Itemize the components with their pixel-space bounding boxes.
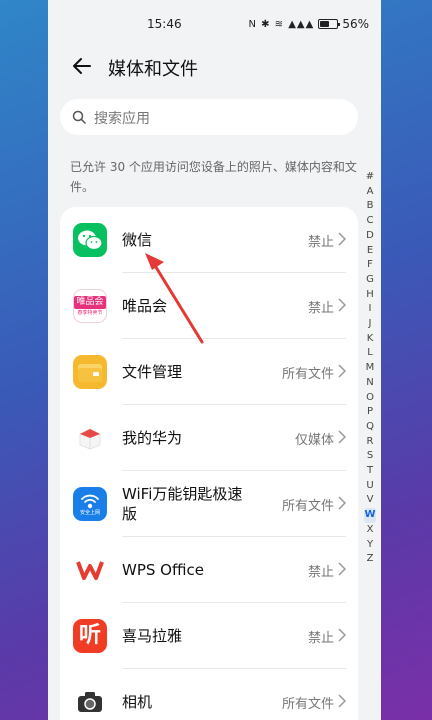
app-name: 唯品会 [122, 297, 168, 315]
alphabet-index-letter[interactable]: C [364, 214, 376, 229]
page-title: 媒体和文件 [108, 59, 198, 80]
alphabet-index-letter[interactable]: Y [364, 538, 376, 553]
app-permission: 所有文件 [281, 697, 334, 712]
alphabet-index-letter[interactable]: O [364, 391, 376, 406]
app-row-wechat[interactable]: 微信 禁止 [60, 207, 358, 273]
vipshop-icon: 唯品会 春季特卖节 [73, 289, 107, 323]
alphabet-index-letter[interactable]: E [364, 244, 376, 259]
app-list: 微信 禁止 唯品会 春季特卖节 唯品会 禁止 文件管理 所有文件 我的华为 仅媒… [60, 207, 358, 720]
app-permission: 禁止 [307, 301, 334, 316]
camera-icon [73, 685, 107, 719]
alphabet-index-letter[interactable]: K [364, 332, 376, 347]
app-row-file-manager[interactable]: 文件管理 所有文件 [60, 339, 358, 405]
alphabet-index-letter[interactable]: B [364, 199, 376, 214]
alphabet-index-letter[interactable]: U [364, 479, 376, 494]
phone-screen: 15:46 N ✱ ≋ ▲▲▲ 56% 媒体和文件 搜索应用 已允许 30 个应… [48, 0, 381, 720]
app-permission: 禁止 [307, 631, 334, 646]
alphabet-index-letter[interactable]: Z [364, 552, 376, 567]
alphabet-index[interactable]: # A B C D E F G H I J K L M N O P Q R S T U V W X Y Z [364, 170, 376, 567]
app-name: 我的华为 [122, 429, 183, 447]
alphabet-index-letter[interactable]: R [364, 435, 376, 450]
app-row-camera[interactable]: 相机 所有文件 [60, 669, 358, 720]
battery-icon [318, 19, 341, 29]
app-row-wifi-key[interactable]: 安全上网 WiFi万能钥匙极速 版 所有文件 [60, 471, 358, 537]
alphabet-index-letter[interactable]: I [364, 302, 376, 317]
alphabet-index-letter[interactable]: # [364, 170, 376, 185]
chevron-right-icon [338, 298, 346, 312]
alphabet-index-letter[interactable]: T [364, 464, 376, 479]
alphabet-index-letter[interactable]: G [364, 273, 376, 288]
ximalaya-icon: 听 [73, 619, 107, 653]
wifi-key-icon: 安全上网 [73, 487, 107, 521]
alphabet-index-letter[interactable]: H [364, 288, 376, 303]
header: 媒体和文件 [48, 46, 381, 90]
app-row-wps[interactable]: WPS Office 禁止 [60, 537, 358, 603]
chevron-right-icon [338, 562, 346, 576]
search-icon [72, 110, 86, 124]
app-permission: 所有文件 [281, 367, 334, 382]
app-name: WPS Office [122, 561, 204, 579]
alphabet-index-letter[interactable]: F [364, 258, 376, 273]
app-name: 相机 [122, 693, 153, 711]
app-permission: 仅媒体 [294, 433, 334, 448]
alphabet-index-letter[interactable]: P [364, 405, 376, 420]
alphabet-index-letter[interactable]: W [364, 508, 376, 523]
permission-description: 已允许 30 个应用访问您设备上的照片、媒体内容和文件。 [70, 160, 357, 194]
chevron-right-icon [338, 232, 346, 246]
app-row-ximalaya[interactable]: 听 喜马拉雅 禁止 [60, 603, 358, 669]
wechat-icon [73, 223, 107, 257]
app-name: WiFi万能钥匙极速 版 [122, 485, 243, 523]
app-permission: 禁止 [307, 565, 334, 580]
alphabet-index-letter[interactable]: D [364, 229, 376, 244]
my-huawei-icon [73, 421, 107, 455]
alphabet-index-letter[interactable]: X [364, 523, 376, 538]
wps-icon [73, 553, 107, 587]
app-name: 微信 [122, 231, 153, 249]
app-permission: 禁止 [307, 235, 334, 250]
file-manager-icon [73, 355, 107, 389]
alphabet-index-letter[interactable]: Q [364, 420, 376, 435]
chevron-right-icon [338, 364, 346, 378]
status-bar: 15:46 N ✱ ≋ ▲▲▲ 56% [48, 0, 381, 46]
alphabet-index-letter[interactable]: V [364, 493, 376, 508]
alphabet-index-letter[interactable]: M [364, 361, 376, 376]
search-placeholder: 搜索应用 [94, 111, 150, 127]
chevron-right-icon [338, 694, 346, 708]
status-signal-icons: N ✱ ≋ ▲▲▲ [248, 18, 315, 30]
app-row-my-huawei[interactable]: 我的华为 仅媒体 [60, 405, 358, 471]
alphabet-index-letter[interactable]: S [364, 449, 376, 464]
back-arrow-icon[interactable] [70, 54, 94, 78]
app-name: 文件管理 [122, 363, 183, 381]
status-icons: N ✱ ≋ ▲▲▲ 56% [248, 17, 369, 31]
search-input[interactable]: 搜索应用 [60, 99, 358, 135]
app-name: 喜马拉雅 [122, 627, 183, 645]
alphabet-index-letter[interactable]: L [364, 346, 376, 361]
battery-percent: 56% [342, 17, 369, 31]
alphabet-index-letter[interactable]: A [364, 185, 376, 200]
alphabet-index-letter[interactable]: N [364, 376, 376, 391]
chevron-right-icon [338, 628, 346, 642]
app-row-vipshop[interactable]: 唯品会 春季特卖节 唯品会 禁止 [60, 273, 358, 339]
alphabet-index-letter[interactable]: J [364, 317, 376, 332]
chevron-right-icon [338, 496, 346, 510]
status-time: 15:46 [147, 17, 182, 31]
chevron-right-icon [338, 430, 346, 444]
app-permission: 所有文件 [281, 499, 334, 514]
